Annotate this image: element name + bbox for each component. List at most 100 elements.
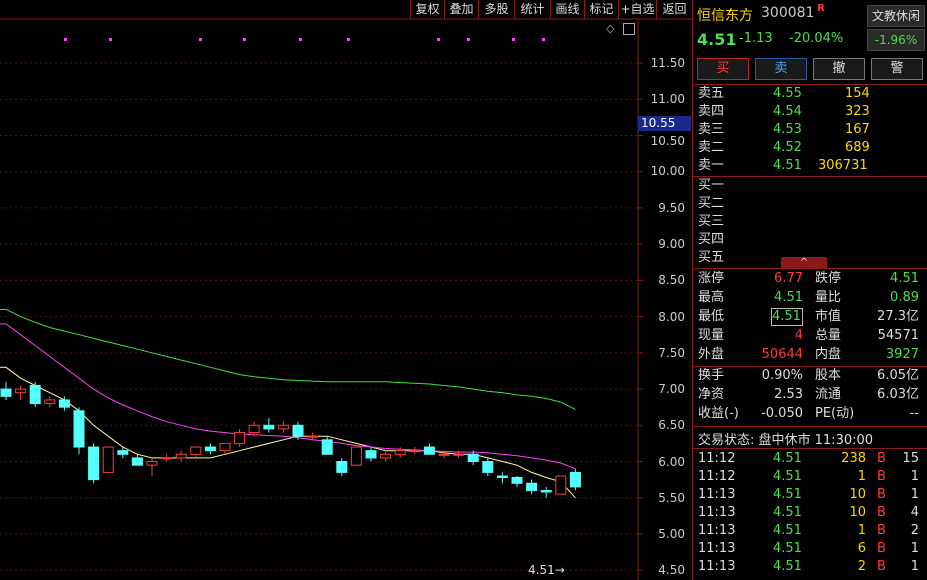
bid-label: 买五 (698, 250, 725, 265)
tick-price: 4.51 (773, 469, 802, 484)
stats-row: 涨停 6.77 跌停 4.51 (693, 270, 927, 288)
ask-row[interactable]: 卖四 4.54 323 (693, 103, 927, 121)
tick-count: 4 (910, 505, 919, 520)
tick-time: 11:13 (698, 541, 736, 556)
tick-count: 15 (902, 451, 919, 466)
bid-row[interactable]: 买四 (693, 231, 927, 249)
toolbar-overlay-button[interactable]: 叠加 (444, 0, 478, 19)
ask-volume: 306731 (818, 158, 868, 173)
candle-body (58, 399, 70, 408)
y-tick: 6.00 (658, 455, 685, 469)
stat-label: 净资 (698, 387, 725, 402)
candle-body (380, 453, 392, 459)
stats-row: 最低 4.51 市值 27.3亿 (693, 308, 927, 326)
tick-side: B (877, 451, 886, 466)
candle-body (146, 461, 158, 466)
tick-time: 11:12 (698, 451, 736, 466)
buy-button[interactable]: 买 (697, 58, 749, 80)
tick-price: 4.51 (773, 505, 802, 520)
panel-toggle-icon[interactable] (623, 23, 635, 35)
stat-label: PE(动) (815, 406, 855, 421)
stat-value: 6.05亿 (877, 368, 919, 383)
stat-label: 流通 (815, 387, 842, 402)
stock-name[interactable]: 恒信东方 (697, 5, 753, 25)
tick-time: 11:12 (698, 469, 736, 484)
stats-row: 最高 4.51 量比 0.89 (693, 289, 927, 307)
sell-button[interactable]: 卖 (755, 58, 807, 80)
candle-body (248, 424, 260, 434)
bid-label: 买三 (698, 214, 725, 229)
y-tick: 9.50 (658, 201, 685, 215)
candle-body (0, 388, 12, 397)
ask-row[interactable]: 卖三 4.53 167 (693, 121, 927, 139)
tick-count: 1 (910, 487, 919, 502)
diamond-icon[interactable]: ◇ (606, 22, 614, 35)
toolbar-draw-line-button[interactable]: 画线 (550, 0, 584, 19)
price-change-pct: -20.04% (789, 31, 844, 46)
toolbar-stats-button[interactable]: 统计 (514, 0, 550, 19)
candle-body (131, 457, 143, 466)
alert-button[interactable]: 警 (871, 58, 923, 80)
candle-body (161, 457, 173, 460)
candle-body (15, 388, 27, 394)
tick-price: 4.51 (773, 487, 802, 502)
ask-price: 4.53 (773, 122, 802, 137)
ask-price: 4.52 (773, 140, 802, 155)
candle-body (423, 446, 435, 455)
sector-name[interactable]: 文教休闲 (867, 5, 925, 27)
bid-row[interactable]: 买三 (693, 213, 927, 231)
divider (693, 448, 927, 449)
ask-volume: 689 (845, 140, 870, 155)
event-marker (347, 38, 350, 41)
toolbar-multi-stock-button[interactable]: 多股 (478, 0, 514, 19)
candle-body (44, 399, 56, 405)
ask-label: 卖五 (698, 86, 725, 101)
ask-price: 4.54 (773, 104, 802, 119)
y-tick: 10.50 (650, 134, 685, 148)
tick-volume: 1 (857, 469, 866, 484)
stat-label: 量比 (815, 290, 842, 305)
y-tick: 8.00 (658, 310, 685, 324)
tick-row: 11:13 4.51 10 B 1 (693, 486, 927, 504)
tick-side: B (877, 487, 886, 502)
candle-body (555, 475, 567, 495)
tick-side: B (877, 523, 886, 538)
event-marker (542, 38, 545, 41)
kline-chart[interactable]: 复权 叠加 多股 统计 画线 标记 +自选 返回 ◇ 11.50 11.00 1… (0, 0, 692, 580)
toolbar-add-watchlist-button[interactable]: +自选 (618, 0, 656, 19)
event-marker (437, 38, 440, 41)
ask-label: 卖二 (698, 140, 725, 155)
bid-row[interactable]: 买二 (693, 195, 927, 213)
tick-row: 11:13 4.51 10 B 4 (693, 504, 927, 522)
toolbar-fuquan-button[interactable]: 复权 (410, 0, 444, 19)
event-marker (512, 38, 515, 41)
tick-time: 11:13 (698, 505, 736, 520)
y-tick: 11.50 (650, 56, 685, 70)
trading-status: 交易状态: 盘中休市 11:30:00 (698, 433, 874, 448)
tick-side: B (877, 469, 886, 484)
toolbar-back-button[interactable]: 返回 (656, 0, 692, 19)
candle-body (336, 461, 348, 473)
stat-label: 内盘 (815, 347, 842, 362)
event-marker (243, 38, 246, 41)
stats-row: 外盘 50644 内盘 3927 (693, 346, 927, 364)
ask-row[interactable]: 卖一 4.51 306731 (693, 157, 927, 175)
toolbar-mark-button[interactable]: 标记 (584, 0, 618, 19)
candle-body (263, 424, 275, 430)
bid-row[interactable]: 买一 (693, 177, 927, 195)
candle-body (321, 439, 333, 455)
stock-code: 300081 (761, 5, 815, 21)
ask-row[interactable]: 卖二 4.52 689 (693, 139, 927, 157)
candle-body (453, 453, 465, 456)
candle-body (467, 453, 479, 463)
crosshair-price-label: 10.55 (638, 116, 691, 131)
stat-value: -- (909, 406, 919, 421)
stats-row: 换手 0.90% 股本 6.05亿 (693, 367, 927, 385)
kline-svg[interactable] (0, 0, 692, 580)
tick-count: 1 (910, 541, 919, 556)
stats-row: 现量 4 总量 54571 (693, 327, 927, 345)
cancel-order-button[interactable]: 撤 (813, 58, 865, 80)
y-tick: 10.00 (650, 164, 685, 178)
ask-price: 4.55 (773, 86, 802, 101)
ask-row[interactable]: 卖五 4.55 154 (693, 85, 927, 103)
